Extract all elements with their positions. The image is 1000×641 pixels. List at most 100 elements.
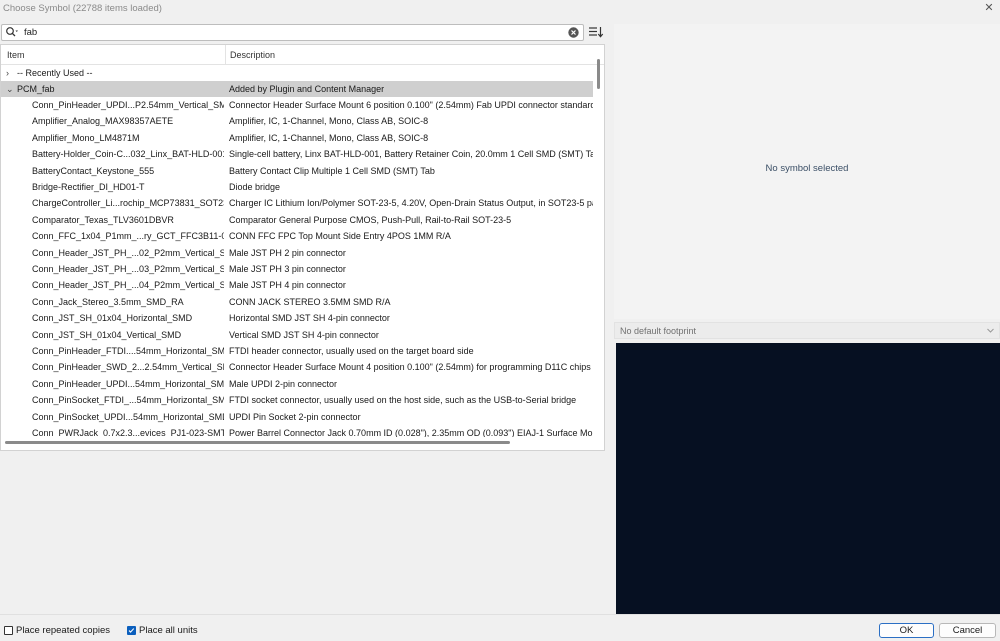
clear-icon[interactable] bbox=[568, 27, 579, 38]
symbol-row[interactable]: Conn_JST_SH_01x04_Vertical_SMD Vertical S… bbox=[1, 327, 593, 343]
symbol-row-item: Bridge-Rectifier_DI_HD01-T bbox=[32, 182, 145, 192]
column-header-description[interactable]: Description bbox=[230, 50, 275, 60]
symbol-row[interactable]: Conn_PinHeader_SWD_2...2.54mm_Vertical_S… bbox=[1, 359, 593, 375]
tree-group-pcm-fab[interactable]: ⌄ PCM_fab Added by Plugin and Content Ma… bbox=[1, 81, 593, 97]
group-label: PCM_fab bbox=[17, 84, 55, 94]
symbol-row-description: Connector Header Surface Mount 6 positio… bbox=[229, 100, 593, 110]
search-box[interactable]: fab bbox=[1, 24, 584, 41]
symbol-row-description: Connector Header Surface Mount 4 positio… bbox=[229, 362, 591, 373]
column-divider[interactable] bbox=[225, 45, 226, 64]
symbol-row-item: Battery-Holder_Coin-C...032_Linx_BAT-HLD… bbox=[32, 149, 224, 160]
symbol-row[interactable]: Conn_JST_SH_01x04_Horizontal_SMD Horizont… bbox=[1, 310, 593, 326]
symbol-row-item: Conn_JST_SH_01x04_Vertical_SMD bbox=[32, 329, 182, 340]
symbol-row[interactable]: Conn_PinHeader_UPDI...P2.54mm_Vertical_S… bbox=[1, 97, 593, 113]
vertical-scrollbar[interactable] bbox=[594, 58, 603, 435]
symbol-row-description: FTDI socket connector, usually used on t… bbox=[229, 395, 577, 406]
symbol-row-item: Conn_PinHeader_FTDI....54mm_Horizontal_S… bbox=[32, 346, 224, 356]
symbol-row[interactable]: Bridge-Rectifier_DI_HD01-T Diode bridge bbox=[1, 179, 593, 195]
place-repeated-copies-label[interactable]: Place repeated copies bbox=[16, 626, 110, 636]
symbol-row-item: BatteryContact_Keystone_555 bbox=[32, 165, 155, 176]
symbol-row-description: Amplifier, IC, 1-Channel, Mono, Class AB… bbox=[229, 116, 429, 127]
chevron-right-icon[interactable]: › bbox=[6, 67, 14, 79]
symbol-row-item: Conn_PinSocket_FTDI_...54mm_Horizontal_S… bbox=[32, 395, 224, 406]
footprint-preview-canvas[interactable] bbox=[616, 343, 1000, 614]
symbol-row-item: Conn_PinHeader_UPDI...54mm_Horizontal_SM… bbox=[32, 378, 224, 389]
symbol-row-item: Conn_Header_JST_PH_...02_P2mm_Vertical_S… bbox=[32, 247, 224, 258]
symbol-row-description: Charger IC Lithium Ion/Polymer SOT-23-5,… bbox=[229, 198, 593, 209]
symbol-row-item: Conn_Header_JST_PH_...03_P2mm_Vertical_S… bbox=[32, 264, 224, 274]
symbol-row-description: UPDI Pin Socket 2-pin connector bbox=[229, 411, 361, 422]
symbol-row[interactable]: Conn_FFC_1x04_P1mm_...ry_GCT_FFC3B11-04-… bbox=[1, 228, 593, 244]
symbol-row[interactable]: Comparator_Texas_TLV3601DBVR Comparator G… bbox=[1, 212, 593, 228]
symbol-row-description: CONN FFC FPC Top Mount Side Entry 4POS 1… bbox=[229, 231, 451, 242]
symbol-row[interactable]: Amplifier_Analog_MAX98357AETE Amplifier, … bbox=[1, 113, 593, 129]
symbol-row-item: Conn_PinHeader_UPDI...P2.54mm_Vertical_S… bbox=[32, 100, 224, 110]
close-icon[interactable]: ✕ bbox=[983, 2, 995, 14]
place-repeated-copies-checkbox[interactable] bbox=[4, 626, 13, 635]
symbol-row-item: Amplifier_Analog_MAX98357AETE bbox=[32, 116, 174, 127]
symbol-row[interactable]: Battery-Holder_Coin-C...032_Linx_BAT-HLD… bbox=[1, 146, 593, 162]
symbol-row-description: Vertical SMD JST SH 4-pin connector bbox=[229, 329, 379, 340]
vertical-scrollbar-thumb[interactable] bbox=[597, 59, 600, 89]
symbol-row-item: Conn_FFC_1x04_P1mm_...ry_GCT_FFC3B11-04-… bbox=[32, 231, 224, 242]
symbol-row[interactable]: ChargeController_Li...rochip_MCP73831_SO… bbox=[1, 195, 593, 211]
symbol-row-description: CONN JACK STEREO 3.5MM SMD R/A bbox=[229, 296, 391, 307]
column-header-item[interactable]: Item bbox=[7, 50, 25, 60]
symbol-row[interactable]: Conn_PinHeader_FTDI....54mm_Horizontal_S… bbox=[1, 343, 593, 359]
symbol-row-item: Conn_PinHeader_SWD_2...2.54mm_Vertical_S… bbox=[32, 362, 224, 373]
symbol-row[interactable]: Conn_PinHeader_UPDI...54mm_Horizontal_SM… bbox=[1, 376, 593, 392]
sort-icon[interactable] bbox=[587, 24, 604, 40]
symbol-row-item: Comparator_Texas_TLV3601DBVR bbox=[32, 214, 174, 225]
symbol-preview: No symbol selected bbox=[614, 24, 1000, 319]
group-label: -- Recently Used -- bbox=[17, 68, 93, 78]
cancel-button[interactable]: Cancel bbox=[939, 623, 996, 638]
ok-button[interactable]: OK bbox=[879, 623, 934, 638]
symbol-row-description: Power Barrel Connector Jack 0.70mm ID (0… bbox=[229, 428, 593, 437]
place-all-units-label[interactable]: Place all units bbox=[139, 626, 198, 636]
symbol-row[interactable]: Conn_PinSocket_UPDI...54mm_Horizontal_SM… bbox=[1, 409, 593, 425]
checkmark-icon bbox=[128, 628, 135, 633]
search-input[interactable]: fab bbox=[24, 26, 37, 39]
search-icon[interactable] bbox=[5, 26, 19, 39]
symbol-row-item: Conn_Jack_Stereo_3.5mm_SMD_RA bbox=[32, 296, 184, 307]
place-all-units-checkbox[interactable] bbox=[127, 626, 136, 635]
chevron-down-icon bbox=[987, 328, 994, 333]
symbol-row-item: Conn_Header_JST_PH_...04_P2mm_Vertical_S… bbox=[32, 280, 224, 291]
symbol-row-description: Amplifier, IC, 1-Channel, Mono, Class AB… bbox=[229, 132, 429, 143]
symbol-row[interactable]: Conn_PinSocket_FTDI_...54mm_Horizontal_S… bbox=[1, 392, 593, 408]
symbol-row[interactable]: Conn_Header_JST_PH_...02_P2mm_Vertical_S… bbox=[1, 245, 593, 261]
tree-header: Item Description bbox=[1, 45, 604, 65]
symbol-row-description: FTDI header connector, usually used on t… bbox=[229, 346, 474, 356]
symbol-row[interactable]: Conn_Header_JST_PH_...04_P2mm_Vertical_S… bbox=[1, 277, 593, 293]
group-description: Added by Plugin and Content Manager bbox=[229, 84, 385, 94]
symbol-row-description: Battery Contact Clip Multiple 1 Cell SMD… bbox=[229, 165, 435, 176]
bottom-bar: Place repeated copies Place all units OK… bbox=[0, 614, 1000, 641]
symbol-tree[interactable]: Item Description › -- Recently Used -- ⌄… bbox=[0, 44, 605, 451]
symbol-row[interactable]: Amplifier_Mono_LM4871M Amplifier, IC, 1-C… bbox=[1, 130, 593, 146]
symbol-row[interactable]: BatteryContact_Keystone_555 Battery Conta… bbox=[1, 163, 593, 179]
symbol-row[interactable]: Conn_PWRJack_0.7x2.3...evices_PJ1-023-SM… bbox=[1, 425, 593, 437]
symbol-row-item: Conn_PinSocket_UPDI...54mm_Horizontal_SM… bbox=[32, 411, 224, 422]
symbol-row-description: Male JST PH 3 pin connector bbox=[229, 264, 346, 274]
symbol-row[interactable]: Conn_Header_JST_PH_...03_P2mm_Vertical_S… bbox=[1, 261, 593, 277]
window-title: Choose Symbol (22788 items loaded) bbox=[3, 3, 162, 14]
tree-group-recently-used[interactable]: › -- Recently Used -- bbox=[1, 65, 593, 81]
symbol-row-description: Horizontal SMD JST SH 4-pin connector bbox=[229, 313, 390, 324]
symbol-row-description: Comparator General Purpose CMOS, Push-Pu… bbox=[229, 214, 512, 225]
symbol-row-item: Amplifier_Mono_LM4871M bbox=[32, 132, 140, 143]
title-bar: Choose Symbol (22788 items loaded) ✕ bbox=[0, 0, 1000, 18]
symbol-row-item: ChargeController_Li...rochip_MCP73831_SO… bbox=[32, 198, 224, 209]
horizontal-scrollbar-thumb[interactable] bbox=[5, 441, 510, 444]
symbol-row-description: Single-cell battery, Linx BAT-HLD-001, B… bbox=[229, 149, 593, 160]
symbol-row-description: Diode bridge bbox=[229, 182, 281, 192]
symbol-row-description: Male UPDI 2-pin connector bbox=[229, 378, 338, 389]
symbol-row[interactable]: Conn_Jack_Stereo_3.5mm_SMD_RA CONN JACK S… bbox=[1, 294, 593, 310]
horizontal-scrollbar[interactable] bbox=[3, 438, 593, 447]
no-symbol-text: No symbol selected bbox=[765, 163, 849, 174]
chevron-down-icon[interactable]: ⌄ bbox=[6, 83, 14, 95]
footprint-dropdown[interactable]: No default footprint bbox=[614, 322, 1000, 339]
symbol-row-item: Conn_JST_SH_01x04_Horizontal_SMD bbox=[32, 313, 193, 324]
footprint-dropdown-value: No default footprint bbox=[620, 326, 697, 336]
symbol-row-description: Male JST PH 4 pin connector bbox=[229, 280, 346, 291]
symbol-row-description: Male JST PH 2 pin connector bbox=[229, 247, 346, 258]
